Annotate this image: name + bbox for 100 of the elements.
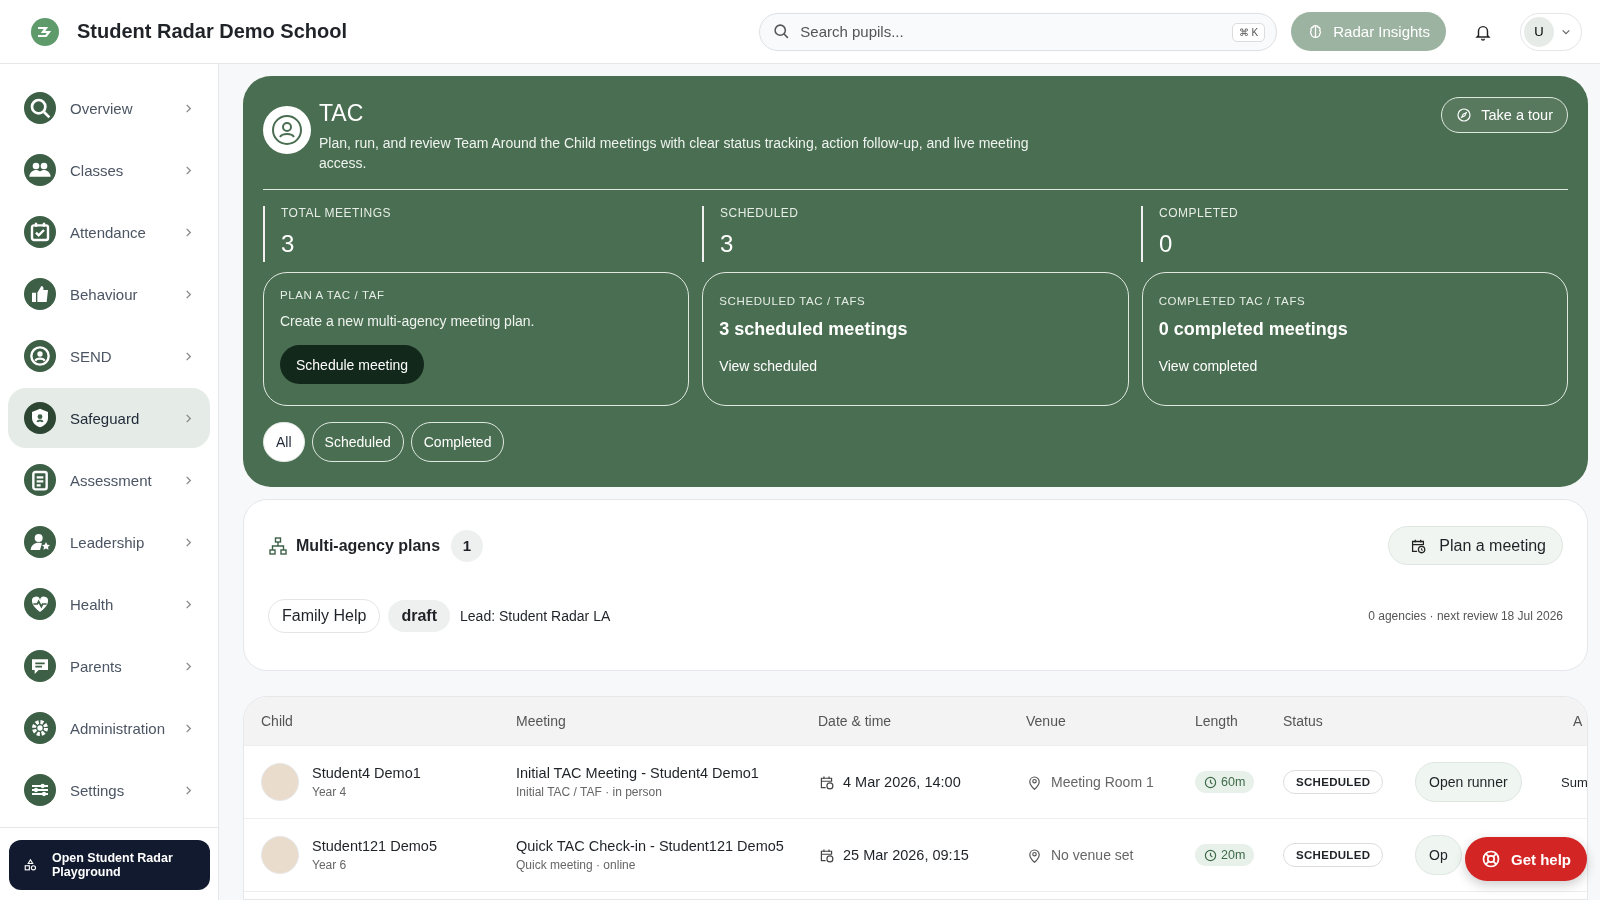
stat-label: COMPLETED — [1159, 206, 1240, 220]
chevron-right-icon — [183, 102, 194, 114]
compass-icon — [1456, 107, 1473, 123]
chevron-right-icon — [183, 226, 194, 238]
length-tag: 60m — [1195, 771, 1255, 793]
child-name: Student121 Demo5 — [312, 838, 437, 854]
plan-meta: 0 agencies · next review 18 Jul 2026 — [1368, 609, 1563, 623]
photo-placeholder — [261, 763, 299, 801]
people-icon — [24, 154, 56, 186]
meeting-date: 25 Mar 2026, 09:15 — [843, 847, 969, 863]
open-runner-button[interactable]: Op — [1415, 835, 1462, 875]
plans-title: Multi-agency plans — [296, 536, 441, 555]
card-eyebrow: SCHEDULED TAC / TAFS — [719, 295, 867, 307]
child-year: Year 4 — [312, 785, 348, 799]
chevron-right-icon — [183, 474, 194, 486]
column-header: Child — [260, 713, 294, 729]
column-header: Meeting — [516, 713, 567, 729]
heart-pulse-icon — [24, 588, 56, 620]
sidebar-item[interactable]: SEND — [8, 326, 210, 386]
page-title: TAC — [319, 100, 365, 127]
sidebar-item[interactable]: Safeguard — [8, 388, 210, 448]
sidebar-item[interactable]: Administration — [8, 698, 210, 758]
logo-icon — [31, 17, 59, 46]
sidebar-item[interactable]: Assessment — [8, 450, 210, 510]
get-help-button[interactable]: Get help — [1465, 837, 1587, 881]
card-eyebrow: PLAN A TAC / TAF — [280, 289, 386, 301]
photo-placeholder — [261, 836, 299, 874]
column-header: A — [1572, 713, 1584, 729]
column-header: Length — [1195, 713, 1239, 729]
stat-value: 3 — [281, 230, 296, 258]
child-year: Year 6 — [312, 858, 348, 872]
meeting-title: Quick TAC Check-in - Student121 Demo5 — [516, 838, 785, 854]
shield-icon — [24, 402, 56, 434]
chevron-right-icon — [183, 722, 194, 734]
clock-icon — [1204, 848, 1217, 862]
person-icon — [24, 340, 56, 372]
user-menu[interactable]: U — [1520, 12, 1582, 51]
page-description: Plan, run, and review Team Around the Child meetings with clear status tracking, action follow-up, and live meeting access. — [319, 134, 1030, 173]
chevron-right-icon — [183, 784, 194, 796]
chevron-right-icon — [183, 288, 194, 300]
playground-button[interactable]: Open Student Radar Playground — [9, 840, 210, 890]
table-cell-text: Sum — [1560, 775, 1587, 790]
chevron-right-icon — [183, 536, 194, 548]
meeting-title: Initial TAC Meeting - Student4 Demo1 — [516, 765, 760, 781]
chevron-right-icon — [183, 660, 194, 672]
card-text: Create a new multi-agency meeting plan. — [280, 313, 536, 329]
lifebuoy-icon — [1481, 849, 1501, 869]
sliders-icon — [24, 774, 56, 806]
sidebar-item[interactable]: Health — [8, 574, 210, 634]
open-runner-button[interactable]: Open runner — [1415, 762, 1522, 802]
plan-lead: Lead: Student Radar LA — [460, 608, 611, 624]
filter-pill[interactable]: All — [263, 422, 305, 462]
meeting-date: 4 Mar 2026, 14:00 — [843, 774, 961, 790]
stat-label: SCHEDULED — [720, 206, 800, 220]
column-header: Status — [1283, 713, 1324, 729]
card-headline: 3 scheduled meetings — [719, 319, 909, 340]
sidebar-item[interactable]: Classes — [8, 140, 210, 200]
sidebar-item[interactable]: Attendance — [8, 202, 210, 262]
meeting-venue: Meeting Room 1 — [1051, 774, 1154, 790]
person-circle-icon — [263, 106, 311, 154]
card-link[interactable]: View scheduled — [719, 358, 1112, 374]
meeting-detail: Initial TAC / TAF · in person — [516, 785, 663, 799]
sidebar-item[interactable]: Parents — [8, 636, 210, 696]
chevron-right-icon — [183, 412, 194, 424]
stat-label: TOTAL MEETINGS — [281, 206, 393, 220]
sidebar-item[interactable]: Leadership — [8, 512, 210, 572]
sidebar-item[interactable]: Settings — [8, 760, 210, 820]
settings-icon — [24, 712, 56, 744]
clipboard-icon — [24, 464, 56, 496]
count-badge: 1 — [451, 529, 484, 562]
search-icon — [773, 23, 791, 40]
length-tag: 20m — [1195, 844, 1255, 866]
chat-icon — [24, 650, 56, 682]
calendar-check-icon — [24, 216, 56, 248]
meeting-venue: No venue set — [1051, 847, 1134, 863]
plan-meeting-button[interactable]: Plan a meeting — [1388, 526, 1563, 565]
stat-value: 3 — [720, 230, 735, 258]
sidebar-item[interactable]: Behaviour — [8, 264, 210, 324]
school-name: Student Radar Demo School — [77, 20, 348, 43]
plan-status-tag: draft — [388, 600, 451, 632]
chevron-right-icon — [183, 350, 194, 362]
stat-value: 0 — [1159, 230, 1174, 258]
card-link[interactable]: View completed — [1158, 358, 1551, 374]
column-header: Venue — [1026, 713, 1067, 729]
chevron-right-icon — [183, 598, 194, 610]
child-name: Student4 Demo1 — [312, 765, 421, 781]
location-pin-icon — [1026, 773, 1043, 791]
thumbs-up-icon — [24, 278, 56, 310]
location-pin-icon — [1026, 846, 1043, 864]
search-icon — [24, 92, 56, 124]
schedule-meeting-button[interactable]: Schedule meeting — [280, 345, 425, 384]
column-header: Date & time — [818, 713, 893, 729]
card-headline: 0 completed meetings — [1158, 319, 1349, 340]
meeting-detail: Quick meeting · online — [516, 858, 637, 872]
clock-icon — [1204, 775, 1217, 789]
hierarchy-icon — [268, 535, 288, 556]
card-eyebrow: COMPLETED TAC / TAFS — [1158, 295, 1307, 307]
sidebar-item[interactable]: Overview — [8, 78, 210, 138]
chevron-right-icon — [183, 164, 194, 176]
tour-button[interactable]: Take a tour — [1441, 97, 1568, 133]
